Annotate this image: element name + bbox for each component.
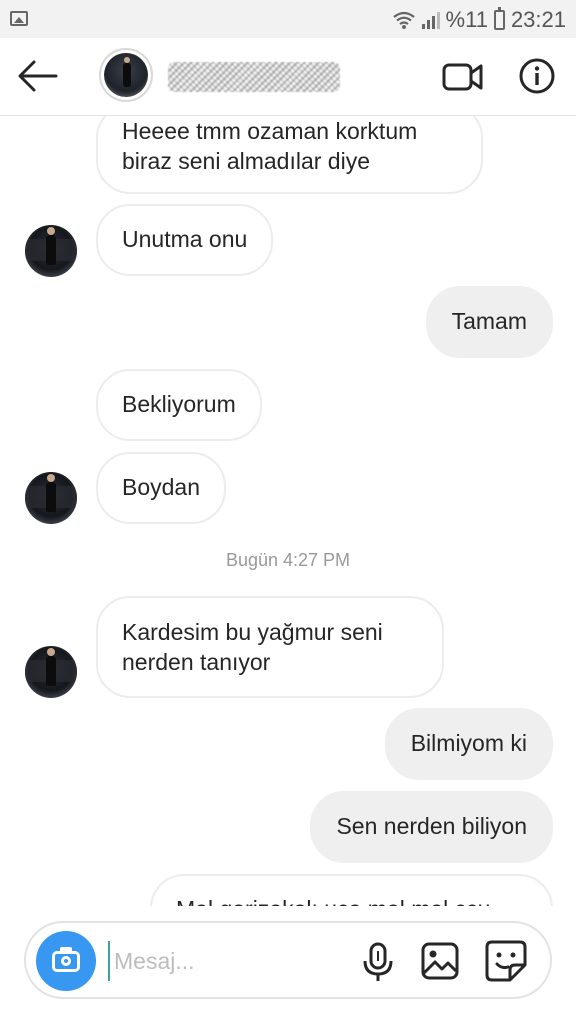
message-bubble[interactable]: Unutma onu: [96, 204, 274, 276]
status-bar-right: %11 23:21: [392, 7, 566, 33]
message-text: Mal gerizekalı uca mal mal ccu: [176, 896, 490, 906]
message-bubble-own[interactable]: Tamam: [425, 286, 553, 358]
signal-icon: [421, 11, 440, 29]
message-text: Boydan: [122, 474, 201, 500]
message-text: Heeee tmm ozaman korktum: [122, 118, 418, 144]
sender-avatar[interactable]: [25, 472, 77, 524]
message-list[interactable]: Heeee tmm ozaman korktum biraz seni alma…: [0, 116, 576, 906]
clock: 23:21: [510, 7, 566, 32]
message-text: biraz seni almadılar diye: [122, 148, 371, 174]
image-icon: [10, 11, 28, 26]
sender-avatar[interactable]: [25, 646, 77, 698]
message-bubble[interactable]: Mal gerizekalı uca mal mal ccu: [150, 874, 553, 906]
message-input[interactable]: [108, 941, 348, 981]
message-text: Bekliyorum: [122, 391, 236, 417]
sticker-icon[interactable]: [484, 939, 528, 983]
message-bubble-own[interactable]: Bilmiyom ki: [384, 708, 553, 780]
camera-icon[interactable]: [36, 931, 96, 991]
message-composer: [24, 921, 552, 999]
contact-avatar[interactable]: [99, 48, 153, 102]
message-text: nerden tanıyor: [122, 649, 271, 675]
message-bubble-own[interactable]: Sen nerden biliyon: [310, 791, 553, 863]
message-bubble[interactable]: Heeee tmm ozaman korktum biraz seni alma…: [96, 116, 483, 194]
message-text: Tamam: [451, 308, 527, 334]
message-text: Bilmiyom ki: [410, 730, 527, 756]
message-text: Unutma onu: [122, 226, 248, 252]
info-icon[interactable]: [518, 57, 556, 95]
status-bar: %11 23:21: [0, 0, 576, 38]
wifi-icon: [392, 11, 415, 29]
sender-avatar[interactable]: [25, 225, 77, 277]
microphone-icon[interactable]: [358, 941, 398, 983]
message-text: Kardesim bu yağmur seni: [122, 619, 383, 645]
contact-name-redacted[interactable]: [168, 62, 340, 92]
message-bubble[interactable]: Bekliyorum: [96, 369, 262, 441]
back-arrow-icon[interactable]: [16, 58, 60, 94]
battery-icon: [493, 7, 505, 30]
message-bubble[interactable]: Kardesim bu yağmur seni nerden tanıyor: [96, 596, 444, 698]
message-bubble[interactable]: Boydan: [96, 452, 227, 524]
chat-header: [0, 38, 576, 116]
message-text: Sen nerden biliyon: [336, 813, 527, 839]
battery-percent: %11: [445, 7, 488, 32]
gallery-icon[interactable]: [420, 941, 460, 981]
video-call-icon[interactable]: [442, 60, 484, 94]
date-separator: Bugün 4:27 PM: [225, 550, 351, 570]
